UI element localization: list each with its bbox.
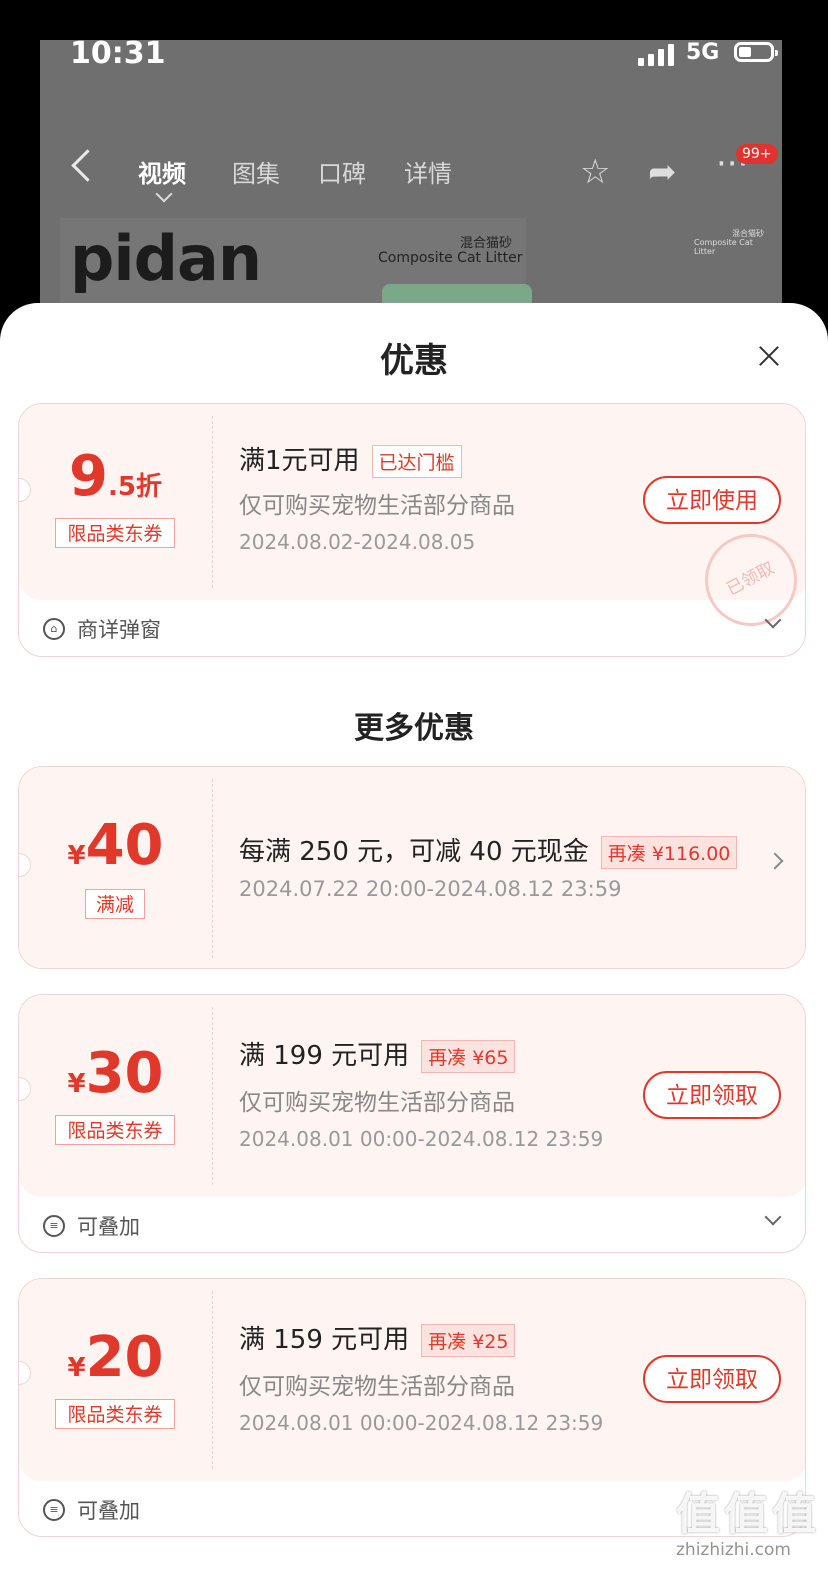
- footer-label: 商详弹窗: [77, 618, 161, 642]
- remaining-chip: 再凑 ¥65: [421, 1040, 516, 1073]
- coupon-type-tag: 限品类东券: [55, 1115, 175, 1145]
- product-name-en-thumb: Composite Cat Litter: [694, 238, 753, 256]
- footer-label: 可叠加: [77, 1499, 140, 1523]
- product-name-en: Composite Cat Litter: [378, 250, 523, 266]
- coupon-validity: 2024.08.01 00:00-2024.08.12 23:59: [239, 1411, 604, 1435]
- close-icon[interactable]: [758, 345, 780, 367]
- coupon-scope: 仅可购买宠物生活部分商品: [239, 493, 515, 519]
- coupon-condition: 每满 250 元，可减 40 元现金 再凑 ¥116.00: [239, 831, 738, 869]
- network-label: 5G: [686, 40, 720, 65]
- claim-now-button[interactable]: 立即领取: [643, 1355, 781, 1403]
- coupon-condition: 满1元可用 已达门槛: [239, 440, 462, 478]
- message-badge: 99+: [736, 144, 778, 164]
- coupon-body: ¥20 限品类东券 满 159 元可用 再凑 ¥25 仅可购买宠物生活部分商品 2…: [19, 1279, 805, 1481]
- stackable-icon: ≡: [43, 1215, 65, 1237]
- coupon-card-discount: 9.5折 限品类东券 满1元可用 已达门槛 仅可购买宠物生活部分商品 2024.0…: [18, 403, 806, 657]
- coupon-validity: 2024.08.02-2024.08.05: [239, 530, 476, 554]
- threshold-chip: 已达门槛: [371, 445, 462, 478]
- remaining-chip: 再凑 ¥116.00: [600, 836, 738, 869]
- coupon-condition: 满 199 元可用 再凑 ¥65: [239, 1035, 516, 1073]
- status-time: 10:31: [70, 40, 166, 71]
- coupon-body: ¥30 限品类东券 满 199 元可用 再凑 ¥65 仅可购买宠物生活部分商品 2…: [19, 995, 805, 1197]
- coupon-footer[interactable]: ⌂ 商详弹窗: [19, 600, 805, 656]
- watermark-logo: 值值值: [676, 1489, 820, 1540]
- coupon-footer[interactable]: ≡ 可叠加: [19, 1197, 805, 1252]
- product-image: pidan 混合猫砂 Composite Cat Litter 混合猫砂 Com…: [60, 218, 770, 338]
- coupon-condition: 满 159 元可用 再凑 ¥25: [239, 1319, 516, 1357]
- coupon-scope: 仅可购买宠物生活部分商品: [239, 1374, 515, 1400]
- coupon-scope: 仅可购买宠物生活部分商品: [239, 1090, 515, 1116]
- share-icon[interactable]: ➦: [648, 152, 677, 192]
- chevron-down-icon[interactable]: [764, 1208, 782, 1226]
- sheet-title: 优惠: [380, 341, 448, 381]
- coupon-card-30: ¥30 限品类东券 满 199 元可用 再凑 ¥65 仅可购买宠物生活部分商品 2…: [18, 994, 806, 1253]
- coupon-validity: 2024.07.22 20:00-2024.08.12 23:59: [239, 877, 622, 901]
- product-name-cn: 混合猫砂: [460, 236, 513, 251]
- product-nav-bar: 视频 图集 口碑 详情 ☆ ➦ ··· 99+: [40, 140, 782, 210]
- brand-logo: pidan: [70, 222, 262, 295]
- watermark-site: zhizhizhi.com: [676, 1540, 791, 1560]
- coupon-amount: ¥30: [67, 1041, 164, 1106]
- section-title-more: 更多优惠: [354, 711, 474, 746]
- coupon-amount: 9.5折: [69, 444, 162, 509]
- star-icon[interactable]: ☆: [580, 152, 610, 192]
- popup-icon: ⌂: [43, 618, 65, 640]
- signal-icon: [638, 42, 678, 66]
- tab-video[interactable]: 视频: [138, 154, 186, 189]
- battery-icon: [734, 42, 778, 62]
- coupon-amount: ¥40: [67, 813, 164, 878]
- chevron-down-icon[interactable]: [764, 611, 782, 629]
- coupon-body: 9.5折 限品类东券 满1元可用 已达门槛 仅可购买宠物生活部分商品 2024.0…: [19, 404, 805, 643]
- back-arrow-icon[interactable]: [71, 149, 104, 182]
- tab-reviews[interactable]: 口碑: [318, 154, 366, 189]
- coupon-validity: 2024.08.01 00:00-2024.08.12 23:59: [239, 1127, 604, 1151]
- coupon-amount: ¥20: [67, 1325, 164, 1390]
- remaining-chip: 再凑 ¥25: [421, 1324, 516, 1357]
- claim-now-button[interactable]: 立即领取: [643, 1071, 781, 1119]
- stackable-icon: ≡: [43, 1499, 65, 1521]
- tab-details[interactable]: 详情: [404, 154, 452, 189]
- use-now-button[interactable]: 立即使用: [643, 476, 781, 524]
- footer-label: 可叠加: [77, 1215, 140, 1239]
- coupon-body: ¥40 满减 每满 250 元，可减 40 元现金 再凑 ¥116.00 2024…: [19, 767, 805, 968]
- chevron-right-icon[interactable]: [766, 852, 784, 870]
- status-bar: 10:31 5G: [40, 40, 782, 100]
- coupon-type-tag: 限品类东券: [55, 1399, 175, 1429]
- coupon-card-40[interactable]: ¥40 满减 每满 250 元，可减 40 元现金 再凑 ¥116.00 2024…: [18, 766, 806, 969]
- tab-gallery[interactable]: 图集: [232, 154, 280, 189]
- discount-sheet: 优惠 9.5折 限品类东券 满1元可用 已达门槛 仅可购买宠物生活部分商品 202…: [0, 303, 828, 1578]
- coupon-type-tag: 限品类东券: [55, 518, 175, 548]
- coupon-type-tag: 满减: [85, 889, 145, 919]
